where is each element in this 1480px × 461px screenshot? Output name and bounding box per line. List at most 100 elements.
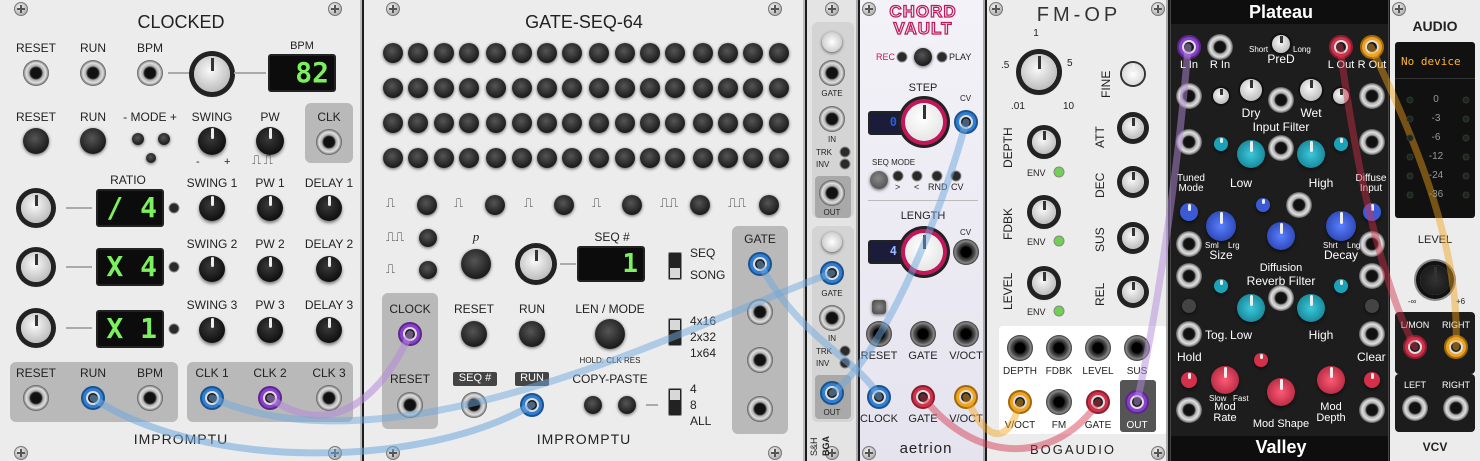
step-button[interactable]	[511, 43, 532, 63]
swing3-knob[interactable]	[199, 317, 225, 343]
ratio3-knob[interactable]	[21, 313, 51, 343]
fdbk-knob[interactable]	[1032, 200, 1056, 224]
gate-output-jack-3[interactable]	[747, 347, 773, 373]
length-button-2[interactable]	[485, 195, 505, 215]
length-button-5[interactable]	[690, 195, 710, 215]
copy-button[interactable]	[584, 396, 602, 414]
high-knob[interactable]	[1297, 140, 1325, 168]
out-plug[interactable]	[1125, 390, 1149, 414]
swing2-knob[interactable]	[199, 256, 225, 282]
gate-input-plug-2[interactable]	[820, 261, 844, 285]
lmon-input-plug[interactable]	[1403, 335, 1427, 359]
voct-in-jack[interactable]	[953, 321, 979, 347]
pw2-knob[interactable]	[257, 256, 283, 282]
mod-rate-atten-knob[interactable]	[1181, 372, 1197, 388]
rf-high-cv-jack[interactable]	[1359, 263, 1385, 289]
step-button[interactable]	[458, 113, 479, 133]
reset-jack[interactable]	[866, 321, 892, 347]
length-button-6[interactable]	[759, 195, 779, 215]
paste-button[interactable]	[618, 396, 636, 414]
pw-knob[interactable]	[256, 127, 284, 155]
step-button[interactable]	[562, 78, 583, 98]
step-button[interactable]	[640, 43, 660, 63]
step-button[interactable]	[408, 43, 429, 63]
step-button[interactable]	[768, 113, 789, 133]
step-button[interactable]	[743, 78, 764, 98]
tuned-cv-jack[interactable]	[1176, 129, 1202, 155]
gate-input-jack-1[interactable]	[819, 60, 845, 86]
step-button[interactable]	[486, 43, 507, 63]
high-atten-knob[interactable]	[1334, 137, 1348, 151]
step-button[interactable]	[640, 148, 660, 168]
seq-input-jack[interactable]	[461, 392, 487, 418]
gate-output-jack-2[interactable]	[747, 299, 773, 325]
mod-rate-knob[interactable]	[1211, 366, 1239, 394]
seq-knob[interactable]	[520, 248, 552, 280]
diffuse-cv-jack[interactable]	[1359, 129, 1385, 155]
clock-input-plug[interactable]	[867, 385, 891, 409]
pre-delay-knob[interactable]	[1272, 35, 1290, 53]
step-button[interactable]	[640, 113, 660, 133]
step-button[interactable]	[614, 148, 635, 168]
step-button[interactable]	[511, 148, 532, 168]
att-knob[interactable]	[1122, 117, 1144, 139]
bpm-knob[interactable]	[194, 56, 230, 92]
step-button[interactable]	[743, 148, 764, 168]
depth-cv-jack[interactable]	[1007, 335, 1033, 361]
step-button[interactable]	[665, 113, 686, 133]
wet-main-knob[interactable]	[1300, 79, 1322, 101]
tog-button[interactable]	[1182, 299, 1196, 313]
step-button[interactable]	[589, 148, 610, 168]
step-button[interactable]	[665, 148, 686, 168]
trigger-button-1[interactable]	[822, 32, 842, 52]
step-button[interactable]	[536, 113, 557, 133]
size-atten-knob[interactable]	[1180, 203, 1198, 221]
sus-cv-jack[interactable]	[1124, 335, 1150, 361]
delay3-knob[interactable]	[316, 317, 342, 343]
mod-depth-knob[interactable]	[1317, 366, 1345, 394]
step-button[interactable]	[408, 113, 429, 133]
trk-led-2[interactable]	[839, 345, 851, 357]
step-button[interactable]	[692, 43, 713, 63]
step-button[interactable]	[768, 78, 789, 98]
ratio1-knob[interactable]	[21, 193, 51, 223]
pw1-knob[interactable]	[257, 195, 283, 221]
step-button[interactable]	[665, 43, 686, 63]
input-filter-cv-jack[interactable]	[1268, 87, 1294, 113]
clk3-output-jack[interactable]	[316, 385, 342, 411]
step-button[interactable]	[768, 148, 789, 168]
bpm-output-jack[interactable]	[137, 385, 163, 411]
gate-in-jack[interactable]	[910, 321, 936, 347]
length-cv-jack[interactable]	[953, 239, 979, 265]
step-knob[interactable]	[905, 103, 943, 141]
step-button[interactable]	[717, 113, 738, 133]
step-button[interactable]	[717, 148, 738, 168]
length-knob[interactable]	[905, 233, 943, 271]
decay-cv-jack[interactable]	[1359, 231, 1385, 257]
step-button[interactable]	[408, 148, 429, 168]
dry-knob[interactable]	[1213, 88, 1229, 104]
gate-input-plug[interactable]	[1086, 390, 1110, 414]
step-button[interactable]	[458, 148, 479, 168]
step-button[interactable]	[486, 113, 507, 133]
step-button[interactable]	[768, 43, 789, 63]
run-output-plug[interactable]	[81, 386, 105, 410]
step-button[interactable]	[692, 148, 713, 168]
mode-button-b[interactable]	[419, 261, 437, 279]
step-button[interactable]	[536, 78, 557, 98]
step-button[interactable]	[408, 78, 429, 98]
step-button[interactable]	[665, 78, 686, 98]
run-button[interactable]	[519, 321, 545, 347]
step-button[interactable]	[743, 113, 764, 133]
step-button[interactable]	[640, 78, 660, 98]
mod-depth-atten-knob[interactable]	[1364, 372, 1380, 388]
swing1-knob[interactable]	[199, 195, 225, 221]
left-output-jack[interactable]	[1402, 395, 1428, 421]
diffusion-atten-knob[interactable]	[1256, 198, 1270, 212]
rf-high-knob[interactable]	[1297, 294, 1325, 322]
clear-button[interactable]	[1365, 299, 1379, 313]
step-button[interactable]	[383, 78, 403, 98]
step-button[interactable]	[433, 43, 454, 63]
step-button[interactable]	[589, 78, 610, 98]
step-button[interactable]	[433, 78, 454, 98]
